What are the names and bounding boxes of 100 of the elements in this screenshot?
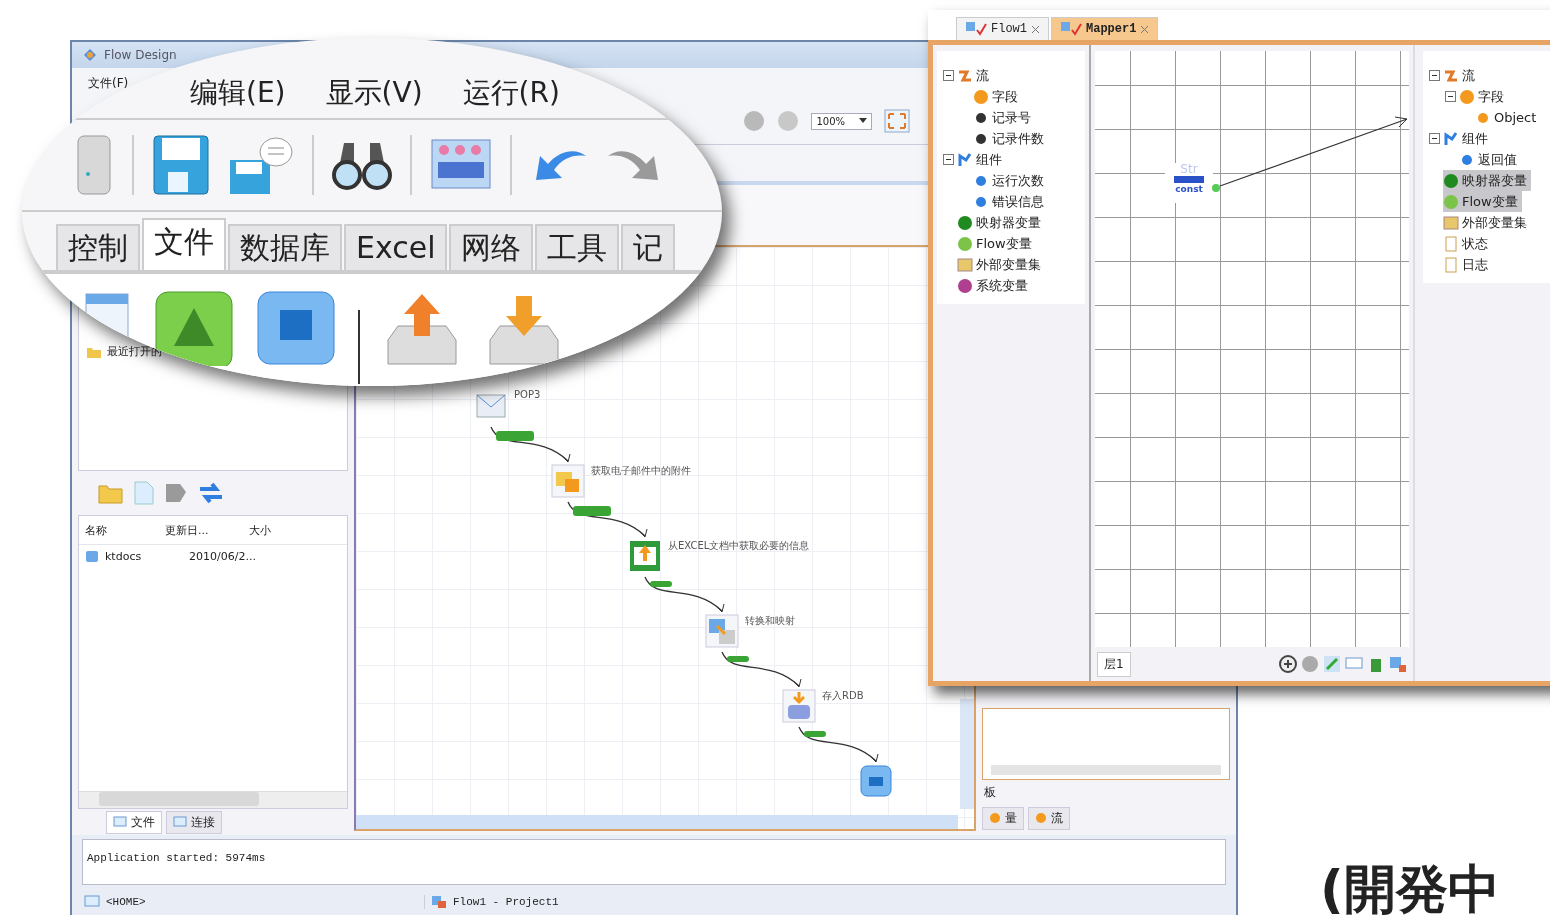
- grid-icon: [1443, 214, 1459, 231]
- column-header[interactable]: 更新日...: [165, 522, 249, 538]
- horizontal-scrollbar[interactable]: [79, 791, 347, 808]
- expand-toggle-icon[interactable]: [1445, 91, 1456, 102]
- tree-item[interactable]: 记录号: [973, 107, 1035, 128]
- flow-icon: [431, 895, 447, 909]
- dot-icon: [957, 214, 973, 231]
- editor-tab[interactable]: Mapper1: [1051, 17, 1159, 40]
- panel-tab[interactable]: 流: [1028, 806, 1070, 830]
- status-tag: [650, 581, 672, 587]
- constant-node[interactable]: Str const: [1165, 163, 1213, 203]
- zoom-dropdown[interactable]: 100%: [811, 112, 872, 130]
- tree-item[interactable]: 日志: [1443, 254, 1492, 275]
- save-icon[interactable]: [152, 134, 210, 196]
- category-tab[interactable]: 控制: [56, 224, 140, 270]
- tree-item[interactable]: 映射器变量: [957, 212, 1045, 233]
- status-text: <HOME>: [106, 896, 146, 908]
- category-tab[interactable]: 文件: [142, 218, 226, 270]
- panel-icon: [113, 816, 127, 828]
- status-tag: [496, 431, 534, 441]
- component-icon: [957, 151, 973, 168]
- expand-toggle-icon[interactable]: [943, 70, 954, 81]
- home-icon: [84, 895, 100, 909]
- pencil-icon[interactable]: [1323, 655, 1341, 673]
- grid-icon: [957, 256, 973, 273]
- close-icon[interactable]: [1140, 24, 1150, 34]
- layers-icon[interactable]: [1389, 655, 1407, 673]
- dot-icon: [1459, 88, 1475, 105]
- document-icon: [1443, 235, 1459, 252]
- category-tab[interactable]: 工具: [535, 224, 620, 270]
- open-folder-icon[interactable]: [98, 482, 124, 504]
- tree-item[interactable]: 错误信息: [973, 191, 1048, 212]
- folder-icon: [87, 345, 101, 358]
- table-cell-text: ktdocs: [105, 549, 143, 563]
- zoom-in-icon[interactable]: [1279, 655, 1297, 673]
- table-cell-text: 2010/06/2...: [189, 549, 257, 563]
- horizontal-scrollbar[interactable]: [356, 815, 958, 829]
- sync-icon[interactable]: [198, 482, 224, 504]
- tree-item[interactable]: 映射器变量: [1443, 170, 1531, 191]
- editor-tab[interactable]: Flow1: [956, 17, 1049, 40]
- fit-to-screen-icon[interactable]: [884, 109, 910, 133]
- menu-item[interactable]: 文件(F): [88, 74, 129, 92]
- tree-item[interactable]: 外部变量集: [1443, 212, 1531, 233]
- status-tag: [727, 656, 749, 662]
- app-logo-icon: [82, 47, 98, 63]
- dot-icon: [957, 235, 973, 252]
- expand-toggle-icon[interactable]: [1429, 133, 1440, 144]
- tree-item[interactable]: 状态: [1443, 233, 1492, 254]
- check-icon: [965, 21, 987, 37]
- circle-button-icon[interactable]: [777, 110, 800, 132]
- node-label: 从EXCEL文档中获取必要的信息: [668, 539, 810, 553]
- category-tab[interactable]: 记: [621, 224, 676, 270]
- bulb-icon: [1035, 812, 1047, 824]
- expand-toggle-icon[interactable]: [943, 154, 954, 165]
- tree-item[interactable]: Flow变量: [957, 233, 1036, 254]
- puzzle-icon[interactable]: [164, 482, 188, 504]
- column-header[interactable]: 名称: [85, 522, 165, 538]
- tree-item[interactable]: Flow变量: [1443, 191, 1522, 212]
- tree-item[interactable]: 字段: [973, 86, 1022, 107]
- status-text: Flow1 - Project1: [453, 896, 559, 908]
- spreadsheet-icon[interactable]: [628, 539, 662, 573]
- tree-item[interactable]: 组件: [957, 149, 1006, 170]
- menu-item[interactable]: 编辑(E): [190, 74, 286, 112]
- node-label: POP3: [514, 389, 541, 400]
- tree-item[interactable]: Object: [1475, 107, 1541, 128]
- attachment-icon[interactable]: [551, 464, 585, 498]
- node-label: 获取电子邮件中的附件: [591, 464, 691, 478]
- panel-tab[interactable]: 连接: [166, 810, 222, 834]
- node-label: 存入RDB: [822, 689, 864, 703]
- tree-item[interactable]: 记录件数: [973, 128, 1048, 149]
- column-header[interactable]: 大小: [249, 522, 333, 538]
- server-icon[interactable]: [74, 132, 114, 198]
- stop-icon[interactable]: [256, 290, 336, 366]
- tree-item[interactable]: 外部变量集: [957, 254, 1045, 275]
- expand-toggle-icon[interactable]: [1429, 70, 1440, 81]
- tree-item[interactable]: 流: [957, 65, 993, 86]
- layer-tab[interactable]: 层1: [1097, 651, 1131, 677]
- tree-item[interactable]: 运行次数: [973, 170, 1048, 191]
- end-node-icon[interactable]: [859, 764, 893, 798]
- panel-tab[interactable]: 文件: [106, 810, 162, 834]
- save-with-note-icon[interactable]: [228, 134, 294, 196]
- bulb-icon: [989, 812, 1001, 824]
- circle-button-icon[interactable]: [743, 110, 766, 132]
- tree-item[interactable]: 组件: [1443, 128, 1492, 149]
- menu-item[interactable]: 显示(V): [325, 74, 423, 112]
- dot-icon: [957, 277, 973, 294]
- tree-item[interactable]: 字段: [1459, 86, 1508, 107]
- database-icon[interactable]: [782, 689, 816, 723]
- transform-icon[interactable]: [705, 614, 739, 648]
- caret-icon: [859, 118, 867, 124]
- tree-item[interactable]: 系统变量: [957, 275, 1032, 296]
- tree-item[interactable]: 返回值: [1459, 149, 1521, 170]
- category-tab[interactable]: Excel: [344, 224, 448, 270]
- category-tab[interactable]: 数据库: [228, 224, 342, 270]
- menu-item[interactable]: 运行(R): [462, 74, 560, 112]
- tree-item[interactable]: 流: [1443, 65, 1479, 86]
- close-icon[interactable]: [1031, 24, 1040, 34]
- category-tab[interactable]: 网络: [449, 224, 534, 270]
- panel-tab[interactable]: 量: [982, 806, 1024, 830]
- vertical-scrollbar[interactable]: [960, 699, 974, 809]
